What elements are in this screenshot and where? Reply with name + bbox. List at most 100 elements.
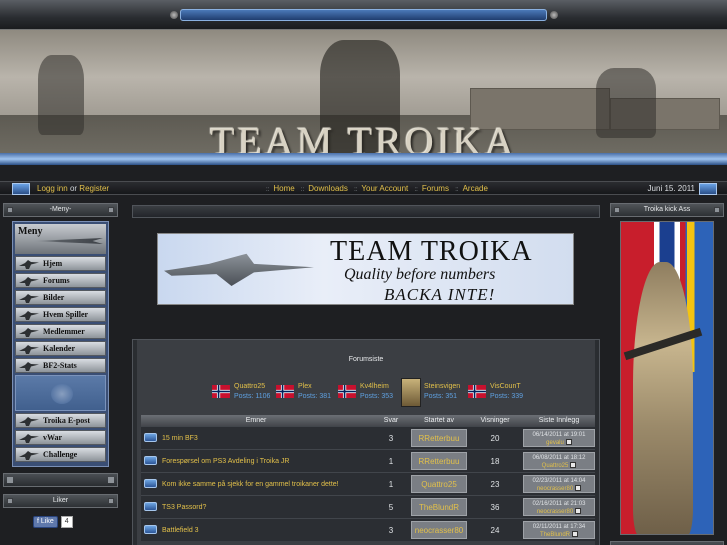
topic-replies: 3 [388, 434, 394, 443]
clan-emblem-icon [51, 384, 73, 404]
topic-starter-link[interactable]: RRetterbuu [411, 429, 467, 447]
menu-item-medlemmer[interactable]: Medlemmer [15, 324, 106, 339]
topic-title-link[interactable]: Battlefield 3 [159, 519, 371, 541]
menu-item-vwar[interactable]: vWar [15, 430, 106, 445]
menu-panel-title: -Meny- [49, 206, 72, 213]
topic-icon [141, 427, 159, 449]
monitor-icon [12, 183, 30, 195]
topic-last-post: 06/08/2011 at 18:12 Quattro25 [523, 452, 595, 470]
rivet-icon [550, 11, 558, 19]
topic-starter-link[interactable]: TheBlundR [411, 498, 467, 516]
topic-icon [141, 496, 159, 518]
poster-name[interactable]: Steinsvigen [424, 383, 460, 390]
goto-post-icon[interactable] [575, 508, 582, 515]
topic-starter-link[interactable]: RRetterbuu [411, 452, 467, 470]
kick-panel-header: Troika kick Ass [610, 203, 724, 217]
forum-latest-inner: Forumsiste Quattro25 Posts: 1106 Plex Po… [137, 340, 595, 545]
norway-flag-icon [468, 385, 486, 398]
fighter-jet-icon [164, 253, 314, 286]
last-post-user-link[interactable]: Quattro25 [542, 463, 569, 469]
nav-separator: :: [300, 187, 305, 193]
topic-replies: 1 [388, 457, 394, 466]
poster-name[interactable]: VisCounT [490, 383, 521, 390]
goto-post-icon[interactable] [572, 531, 579, 538]
topic-title-link[interactable]: 15 min BF3 [159, 427, 371, 449]
rivet-icon [108, 207, 114, 213]
menu-item-bilder[interactable]: Bilder [15, 290, 106, 305]
last-post-user-link[interactable]: TheBlundR [540, 532, 570, 538]
nav-home-link[interactable]: Home [273, 184, 294, 193]
goto-post-icon[interactable] [570, 462, 577, 469]
nav-separator: :: [414, 187, 418, 193]
topic-icon [141, 450, 159, 472]
menu-item-forums[interactable]: Forums [15, 273, 106, 288]
last-post-user-link[interactable]: gevalu [546, 440, 564, 446]
monitor-icon [699, 183, 717, 195]
main-menu: Meny Hjem Forums Bilder Hvem Spiller Med… [12, 221, 109, 467]
soldier-icon [19, 328, 39, 337]
last-post-user-link[interactable]: neocrasser80 [537, 486, 573, 492]
topic-replies: 5 [388, 503, 394, 512]
likes-panel-header: Liker [3, 494, 118, 508]
topic-views: 23 [490, 480, 500, 489]
soldier-icon [19, 260, 39, 269]
goto-post-icon[interactable] [565, 439, 572, 446]
forum-latest: Forumsiste Quattro25 Posts: 1106 Plex Po… [132, 339, 600, 545]
menu-item-challenge[interactable]: Challenge [15, 447, 106, 462]
top-frame [0, 0, 727, 30]
nav-account-link[interactable]: Your Account [361, 184, 408, 193]
menu-item-troika-epost[interactable]: Troika E-post [15, 413, 106, 428]
menu-item-kalender[interactable]: Kalender [15, 341, 106, 356]
menu-item-label: BF2-Stats [43, 361, 77, 370]
menu-item-bf2-stats[interactable]: BF2-Stats [15, 358, 106, 373]
nav-separator: :: [455, 187, 459, 193]
rivet-icon [7, 498, 13, 504]
last-post-user-link[interactable]: neocrasser80 [537, 509, 573, 515]
topic-title-link[interactable]: TS3 Passord? [159, 496, 371, 518]
register-link[interactable]: Register [79, 184, 109, 193]
topics-table: Emner Svar Startet av Visninger Siste In… [141, 415, 595, 541]
goto-post-icon[interactable] [575, 485, 582, 492]
team-banner[interactable]: TEAM TROIKA Quality before numbers BACKA… [157, 233, 574, 305]
avatar [401, 378, 421, 407]
left-sidebar: -Meny- Meny Hjem Forums Bilder Hvem Spil… [3, 203, 118, 487]
nav-forums-link[interactable]: Forums [422, 184, 449, 193]
rivet-icon [614, 207, 620, 213]
topic-title-link[interactable]: Kom ikke samme på sjekk for en gammel tr… [159, 473, 371, 495]
team-banner-subtitle: Quality before numbers [344, 266, 496, 283]
menu-item-label: Hvem Spiller [43, 310, 89, 319]
login-link[interactable]: Logg inn [37, 184, 68, 193]
table-row: Battlefield 3 3 neocrasser80 24 02/11/20… [141, 518, 595, 541]
poster-name[interactable]: Kv4lheim [360, 383, 389, 390]
table-row: 15 min BF3 3 RRetterbuu 20 06/14/2011 at… [141, 426, 595, 449]
menu-heading: Meny [15, 224, 106, 254]
menu-item-label: Bilder [43, 293, 65, 302]
kick-panel-title: Troika kick Ass [643, 206, 691, 213]
menu-item-label: Kalender [43, 344, 75, 353]
soldier-icon [19, 311, 39, 320]
menu-item-hjem[interactable]: Hjem [15, 256, 106, 271]
menu-item-label: Forums [43, 276, 70, 285]
content-top-bar [132, 205, 600, 218]
topic-views: 20 [490, 434, 500, 443]
poster-name[interactable]: Quattro25 [234, 383, 265, 390]
soldier-icon [19, 434, 39, 443]
topic-last-post: 06/14/2011 at 19:01 gevalu [523, 429, 595, 447]
facebook-like-button[interactable]: f Like [33, 516, 58, 528]
column-header: Siste Innlegg [538, 417, 580, 424]
menu-item-label: Hjem [43, 259, 63, 268]
poster-name[interactable]: Plex [298, 383, 312, 390]
topic-title-link[interactable]: Forespørsel om PS3 Avdeling i Troika JR [159, 450, 371, 472]
menu-item-label: Medlemmer [43, 327, 85, 336]
soldier-flag-image [620, 221, 714, 535]
rivet-icon [7, 477, 13, 483]
topic-replies: 1 [388, 480, 394, 489]
topic-starter-link[interactable]: Quattro25 [411, 475, 467, 493]
poster-posts: Posts: 351 [424, 393, 458, 400]
menu-item-hvem-spiller[interactable]: Hvem Spiller [15, 307, 106, 322]
last-post-date: 02/16/2011 at 21:03 [532, 501, 586, 507]
nav-arcade-link[interactable]: Arcade [463, 184, 488, 193]
topic-starter-link[interactable]: neocrasser80 [411, 521, 467, 539]
jet-icon [33, 238, 103, 244]
nav-downloads-link[interactable]: Downloads [308, 184, 348, 193]
